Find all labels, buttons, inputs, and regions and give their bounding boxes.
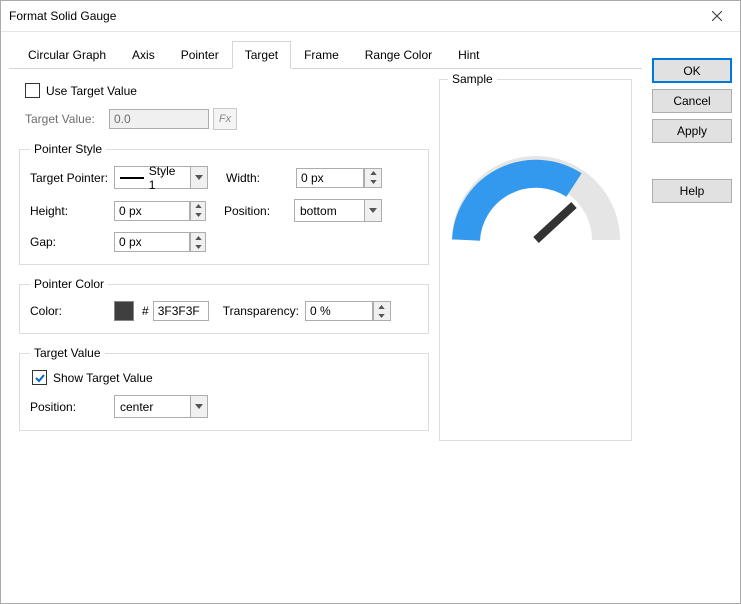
window-title: Format Solid Gauge — [9, 9, 116, 23]
gap-spinner[interactable] — [114, 232, 206, 252]
tv-position-label: Position: — [30, 400, 114, 414]
width-label: Width: — [226, 171, 296, 185]
chevron-down-icon — [195, 404, 203, 409]
tab-axis[interactable]: Axis — [119, 41, 168, 69]
spacer — [652, 149, 732, 173]
tab-pointer[interactable]: Pointer — [168, 41, 232, 69]
chevron-up-icon — [195, 204, 202, 208]
chevron-up-icon — [195, 236, 202, 240]
use-target-row: Use Target Value — [25, 83, 429, 98]
tab-target[interactable]: Target — [232, 41, 291, 69]
spin-down[interactable] — [365, 178, 381, 187]
style-line-icon — [120, 177, 144, 179]
tab-frame[interactable]: Frame — [291, 41, 352, 69]
tab-hint[interactable]: Hint — [445, 41, 492, 69]
gauge-icon — [446, 150, 626, 260]
apply-label: Apply — [677, 124, 707, 138]
target-value-row: Target Value: Fx — [25, 108, 429, 130]
dialog-body: Circular Graph Axis Pointer Target Frame… — [1, 32, 740, 603]
transparency-spinner[interactable] — [305, 301, 391, 321]
position-combo[interactable]: bottom — [294, 199, 382, 222]
chevron-up-icon — [370, 171, 377, 175]
titlebar: Format Solid Gauge — [1, 1, 740, 32]
help-button[interactable]: Help — [652, 179, 732, 203]
dialog-window: Format Solid Gauge Circular Graph Axis P… — [0, 0, 741, 604]
button-column: OK Cancel Apply Help — [652, 40, 732, 595]
pointer-color-group: Pointer Color Color: # Transparency: — [19, 277, 429, 334]
height-spinner[interactable] — [114, 201, 206, 221]
gap-spin-buttons[interactable] — [190, 232, 206, 252]
tv-position-combo[interactable]: center — [114, 395, 208, 418]
tab-strip: Circular Graph Axis Pointer Target Frame… — [9, 40, 642, 69]
height-label: Height: — [30, 204, 114, 218]
tab-content: Use Target Value Target Value: Fx Pointe… — [9, 69, 642, 595]
close-icon — [712, 11, 722, 21]
spin-up[interactable] — [191, 202, 205, 211]
transparency-field[interactable] — [305, 301, 373, 321]
width-field[interactable] — [296, 168, 364, 188]
width-spin-buttons[interactable] — [364, 168, 382, 188]
show-target-checkbox[interactable] — [32, 370, 47, 385]
sample-legend: Sample — [448, 72, 497, 86]
target-pointer-value: Style 1 — [149, 164, 185, 192]
chevron-down-icon — [195, 245, 202, 249]
target-top-block: Use Target Value Target Value: Fx — [19, 79, 429, 130]
color-swatch[interactable] — [114, 301, 134, 321]
gap-field[interactable] — [114, 232, 190, 252]
gap-label: Gap: — [30, 235, 114, 249]
pointer-style-legend: Pointer Style — [30, 142, 106, 156]
close-button[interactable] — [702, 1, 732, 31]
gauge-preview — [446, 150, 626, 260]
target-value-field[interactable] — [109, 109, 209, 129]
target-pointer-label: Target Pointer: — [30, 171, 114, 185]
apply-button[interactable]: Apply — [652, 119, 732, 143]
form-column: Use Target Value Target Value: Fx Pointe… — [19, 79, 429, 585]
chevron-down-icon — [195, 175, 203, 180]
fx-button[interactable]: Fx — [213, 108, 237, 130]
chevron-down-icon — [370, 180, 377, 184]
width-spinner[interactable] — [296, 168, 382, 188]
sample-box: Sample — [439, 79, 632, 441]
hex-field[interactable] — [153, 301, 209, 321]
use-target-label: Use Target Value — [46, 84, 137, 98]
color-label: Color: — [30, 304, 114, 318]
tab-circular-graph[interactable]: Circular Graph — [15, 41, 119, 69]
help-label: Help — [680, 184, 705, 198]
target-value-label: Target Value: — [25, 112, 109, 126]
fx-label: Fx — [219, 113, 231, 125]
position-value: bottom — [300, 204, 337, 218]
target-pointer-combo[interactable]: Style 1 — [114, 166, 208, 189]
spin-down[interactable] — [374, 311, 390, 320]
target-value-legend: Target Value — [30, 346, 105, 360]
chevron-up-icon — [378, 305, 385, 309]
tab-range-color[interactable]: Range Color — [352, 41, 445, 69]
spin-up[interactable] — [374, 302, 390, 311]
target-value-group: Target Value Show Target Value Position:… — [19, 346, 429, 431]
chevron-down-icon — [378, 314, 385, 318]
transparency-label: Transparency: — [223, 304, 299, 318]
chevron-down-icon — [195, 213, 202, 217]
show-target-label: Show Target Value — [53, 371, 153, 385]
sample-column: Sample — [439, 79, 632, 585]
height-spin-buttons[interactable] — [190, 201, 206, 221]
use-target-checkbox[interactable] — [25, 83, 40, 98]
spin-up[interactable] — [365, 169, 381, 178]
height-field[interactable] — [114, 201, 190, 221]
chevron-down-icon — [369, 208, 377, 213]
ok-label: OK — [683, 64, 700, 78]
cancel-button[interactable]: Cancel — [652, 89, 732, 113]
hash-label: # — [142, 304, 149, 318]
transparency-spin-buttons[interactable] — [373, 301, 391, 321]
pointer-color-legend: Pointer Color — [30, 277, 108, 291]
ok-button[interactable]: OK — [652, 58, 732, 83]
tv-position-value: center — [120, 400, 153, 414]
check-icon — [35, 373, 45, 383]
pointer-style-group: Pointer Style Target Pointer: Style 1 Wi… — [19, 142, 429, 265]
spin-down[interactable] — [191, 211, 205, 220]
cancel-label: Cancel — [673, 94, 710, 108]
spin-up[interactable] — [191, 233, 205, 242]
left-pane: Circular Graph Axis Pointer Target Frame… — [9, 40, 642, 595]
position-label: Position: — [224, 204, 294, 218]
spin-down[interactable] — [191, 242, 205, 251]
